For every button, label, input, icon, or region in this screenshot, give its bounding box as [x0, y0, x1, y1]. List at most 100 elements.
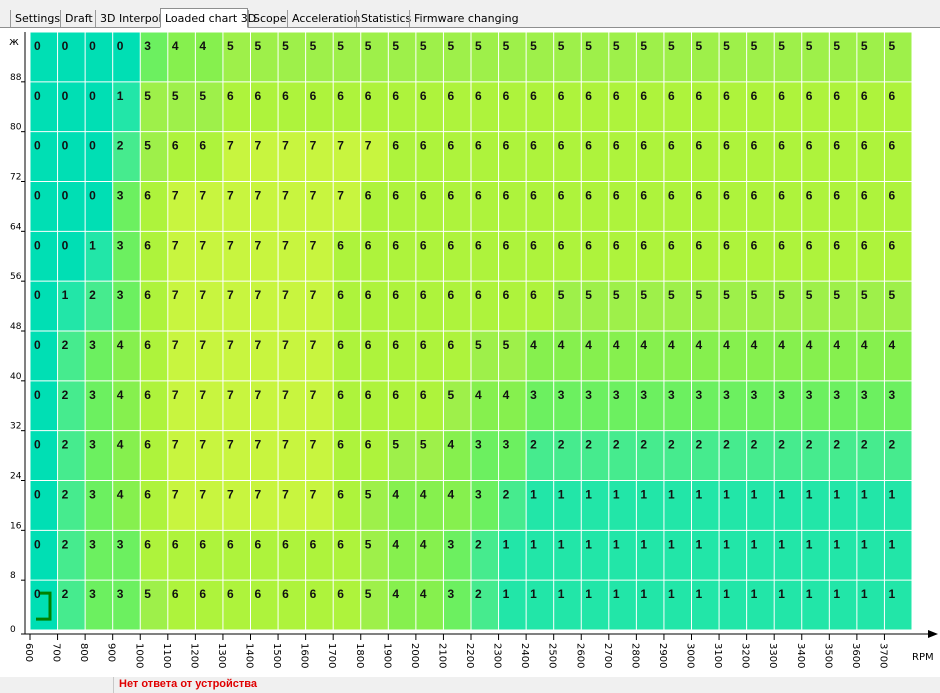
x-tick-label: 3600 [850, 643, 861, 668]
cell-value: 6 [503, 288, 510, 302]
cell-value: 6 [337, 438, 344, 452]
cell-value: 6 [696, 189, 703, 203]
cell-value: 3 [585, 388, 592, 402]
cell-value: 6 [337, 338, 344, 352]
cell-value: 0 [34, 238, 41, 252]
tab-3d-interpol[interactable]: 3D Interpol [95, 10, 162, 27]
cell-value: 7 [199, 288, 206, 302]
cell-value: 4 [751, 338, 758, 352]
cell-value: 6 [447, 238, 454, 252]
loaded-chart-3d[interactable]: 0 0 0 0 3 4 4 5 5 5 5 5 5 5 5 5 5 5 5 5 5 5 5 5 5 5 5 5 5 5 5 50 0 0 1 5 5 5 6… [0, 28, 940, 677]
status-separator [113, 677, 114, 693]
cell-value: 6 [447, 288, 454, 302]
cell-value: 6 [365, 238, 372, 252]
cell-value: 7 [282, 139, 289, 153]
cell-value: 5 [144, 139, 151, 153]
tab-statistics[interactable]: Statistics [356, 10, 411, 27]
cell-value: 7 [255, 288, 262, 302]
cell-value: 3 [558, 388, 565, 402]
cell-value: 1 [833, 537, 840, 551]
tab-firmware-changing[interactable]: Firmware changing [409, 10, 519, 27]
cell-value: 7 [282, 238, 289, 252]
cell-value: 6 [199, 537, 206, 551]
cell-value: 3 [89, 587, 96, 601]
cell-value: 6 [392, 139, 399, 153]
y-tick-label: 48 [10, 322, 22, 332]
cell-value: 4 [888, 338, 895, 352]
cell-value: 3 [89, 488, 96, 502]
cell-value: 4 [530, 338, 537, 352]
cell-value: 6 [365, 388, 372, 402]
cell-value: 5 [420, 438, 427, 452]
cell-value: 5 [199, 89, 206, 103]
x-tick-label: 2100 [436, 643, 447, 668]
cell-value: 0 [34, 388, 41, 402]
cell-value: 1 [723, 537, 730, 551]
x-tick-label: 2300 [492, 643, 503, 668]
cell-value: 4 [447, 438, 454, 452]
cell-value: 1 [89, 238, 96, 252]
cell-value: 5 [723, 39, 730, 53]
y-tick-label: 56 [10, 272, 22, 282]
tab-settings[interactable]: Settings [10, 10, 60, 27]
cell-value: 4 [640, 338, 647, 352]
cell-value: 6 [668, 238, 675, 252]
cell-value: 2 [475, 537, 482, 551]
y-tick-label: 72 [10, 173, 21, 183]
cell-value: 3 [117, 587, 124, 601]
cell-value: 1 [723, 587, 730, 601]
x-tick-label: 1100 [161, 643, 172, 668]
cell-value: 5 [447, 388, 454, 402]
cell-value: 5 [751, 39, 758, 53]
cell-value: 6 [337, 488, 344, 502]
cell-value: 7 [282, 189, 289, 203]
cell-value: 7 [255, 338, 262, 352]
cell-value: 6 [447, 338, 454, 352]
cell-value: 6 [723, 189, 730, 203]
cell-value: 6 [475, 238, 482, 252]
cell-value: 6 [503, 189, 510, 203]
cell-value: 4 [613, 338, 620, 352]
tab-draft[interactable]: Draft [60, 10, 95, 27]
cell-value: 0 [89, 39, 96, 53]
cell-value: 6 [778, 189, 785, 203]
cell-value: 6 [475, 288, 482, 302]
cell-value: 6 [172, 587, 179, 601]
cell-value: 7 [227, 338, 234, 352]
cell-value: 6 [861, 238, 868, 252]
y-tick-label: 0 [10, 625, 16, 635]
cell-value: 6 [337, 587, 344, 601]
cell-value: 6 [833, 139, 840, 153]
cell-value: 6 [751, 89, 758, 103]
cell-value: 6 [392, 238, 399, 252]
cell-value: 6 [558, 89, 565, 103]
cell-value: 7 [172, 488, 179, 502]
x-tick-label: 3300 [767, 643, 778, 668]
cell-value: 5 [447, 39, 454, 53]
cell-value: 6 [337, 89, 344, 103]
cell-value: 6 [337, 537, 344, 551]
cell-value: 7 [172, 338, 179, 352]
cell-value: 6 [503, 139, 510, 153]
cell-value: 1 [833, 587, 840, 601]
cell-value: 1 [530, 587, 537, 601]
cell-value: 2 [62, 388, 69, 402]
cell-value: 2 [475, 587, 482, 601]
cell-value: 2 [117, 139, 124, 153]
cell-value: 0 [62, 39, 69, 53]
cell-value: 1 [668, 488, 675, 502]
tab-loaded-chart-3d[interactable]: Loaded chart 3D [160, 8, 256, 28]
x-tick-label: 1500 [271, 643, 282, 668]
cell-value: 6 [144, 438, 151, 452]
tab-acceleration[interactable]: Acceleration [287, 10, 360, 27]
status-bar: Нет ответа от устройства [0, 677, 940, 693]
cell-value: 0 [34, 537, 41, 551]
x-tick-label: 1900 [381, 643, 392, 668]
cell-value: 3 [447, 537, 454, 551]
cell-value: 3 [806, 388, 813, 402]
cell-value: 5 [420, 39, 427, 53]
cell-value: 6 [337, 288, 344, 302]
cell-value: 2 [668, 438, 675, 452]
cell-value: 6 [503, 89, 510, 103]
cell-value: 5 [613, 288, 620, 302]
